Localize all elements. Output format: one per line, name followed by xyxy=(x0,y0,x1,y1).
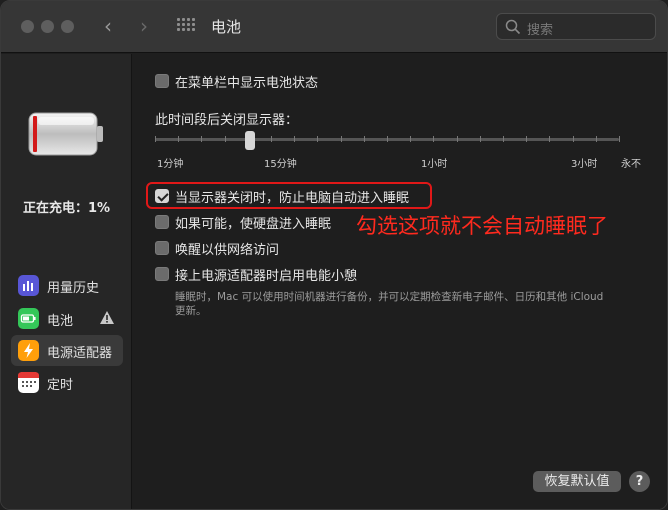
slider-tick xyxy=(317,136,319,142)
sidebar-item-label: 用量历史 xyxy=(47,281,100,296)
sidebar-item-schedule[interactable]: 定时 xyxy=(11,367,123,398)
back-arrow-icon[interactable]: ‹ xyxy=(97,14,119,38)
slider-tick xyxy=(619,136,620,142)
restore-defaults-button[interactable]: 恢复默认值 xyxy=(533,471,621,492)
close-window-button[interactable] xyxy=(21,20,34,33)
sidebar-item-usage-history[interactable]: 用量历史 xyxy=(11,270,123,301)
slider-tick xyxy=(294,136,296,142)
calendar-icon xyxy=(18,372,39,393)
sidebar-item-power-adapter[interactable]: 电源适配器 xyxy=(11,335,123,366)
minimize-window-button[interactable] xyxy=(41,20,54,33)
search-field[interactable]: 搜索 xyxy=(496,13,656,40)
slider-tick xyxy=(549,136,551,142)
tick-label-1hour: 1小时 xyxy=(421,159,448,170)
search-placeholder: 搜索 xyxy=(527,23,554,38)
annotation-highlight-box xyxy=(146,182,432,209)
show-all-grid-icon[interactable] xyxy=(177,18,195,34)
show-battery-status-label: 在菜单栏中显示电池状态 xyxy=(175,76,319,91)
bolt-icon xyxy=(18,340,39,361)
sidebar: 正在充电：1% 用量历史 电池 电源适配器 定时 xyxy=(1,54,132,509)
tick-label-15min: 15分钟 xyxy=(264,159,297,170)
window-title: 电池 xyxy=(211,18,242,36)
display-off-label: 此时间段后关闭显示器： xyxy=(155,113,299,128)
forward-arrow-icon[interactable]: › xyxy=(133,14,155,38)
disk-sleep-label: 如果可能，使硬盘进入睡眠 xyxy=(175,217,332,232)
slider-tick xyxy=(456,136,458,142)
slider-tick xyxy=(595,136,597,142)
slider-tick xyxy=(387,136,388,142)
show-battery-status-checkbox[interactable] xyxy=(155,74,169,88)
power-nap-description: 睡眠时，Mac 可以使用时间机器进行备份，并可以定期检查新电子邮件、日历和其他 … xyxy=(175,291,604,303)
slider-tick xyxy=(340,136,342,142)
sidebar-item-label: 定时 xyxy=(47,378,74,393)
tick-label-1min: 1分钟 xyxy=(157,159,184,170)
slider-tick xyxy=(410,136,412,142)
tick-label-never: 永不 xyxy=(621,159,641,170)
tick-label-3hours: 3小时 xyxy=(571,159,598,170)
power-nap-description-cont: 更新。 xyxy=(175,305,207,317)
search-icon xyxy=(505,19,521,35)
charging-status: 正在充电：1% xyxy=(22,201,111,216)
sidebar-item-label: 电源适配器 xyxy=(47,346,113,361)
preferences-window: ‹ › 电池 搜索 正在充电：1% 用量历史 电池 电源适配器 定时 在菜单栏中… xyxy=(0,0,668,510)
sidebar-item-label: 电池 xyxy=(47,314,74,329)
battery-icon xyxy=(18,308,39,329)
disk-sleep-checkbox[interactable] xyxy=(155,215,169,229)
zoom-window-button[interactable] xyxy=(61,20,74,33)
slider-tick xyxy=(224,136,226,142)
display-off-slider-thumb[interactable] xyxy=(245,131,255,150)
slider-tick xyxy=(433,136,435,142)
slider-tick xyxy=(526,136,528,142)
slider-tick xyxy=(572,136,574,142)
warning-icon xyxy=(100,311,114,324)
wake-network-checkbox[interactable] xyxy=(155,241,169,255)
help-button[interactable]: ? xyxy=(629,471,650,492)
slider-tick xyxy=(363,136,365,142)
slider-tick xyxy=(479,136,481,142)
slider-tick xyxy=(178,136,180,142)
slider-tick xyxy=(503,136,504,142)
slider-tick xyxy=(271,136,272,142)
slider-tick xyxy=(155,136,156,142)
title-bar: ‹ › 电池 搜索 xyxy=(1,1,667,53)
slider-tick xyxy=(201,136,203,142)
battery-status-icon xyxy=(28,112,103,156)
bar-chart-icon xyxy=(18,275,39,296)
sidebar-item-battery[interactable]: 电池 xyxy=(11,303,123,334)
power-nap-label: 接上电源适配器时启用电能小憩 xyxy=(175,269,358,284)
power-nap-checkbox[interactable] xyxy=(155,267,169,281)
annotation-text: 勾选这项就不会自动睡眠了 xyxy=(356,214,608,238)
wake-network-label: 唤醒以供网络访问 xyxy=(175,243,280,258)
main-panel: 在菜单栏中显示电池状态 此时间段后关闭显示器： 1分钟 15分钟 1小时 3小时… xyxy=(133,54,667,509)
